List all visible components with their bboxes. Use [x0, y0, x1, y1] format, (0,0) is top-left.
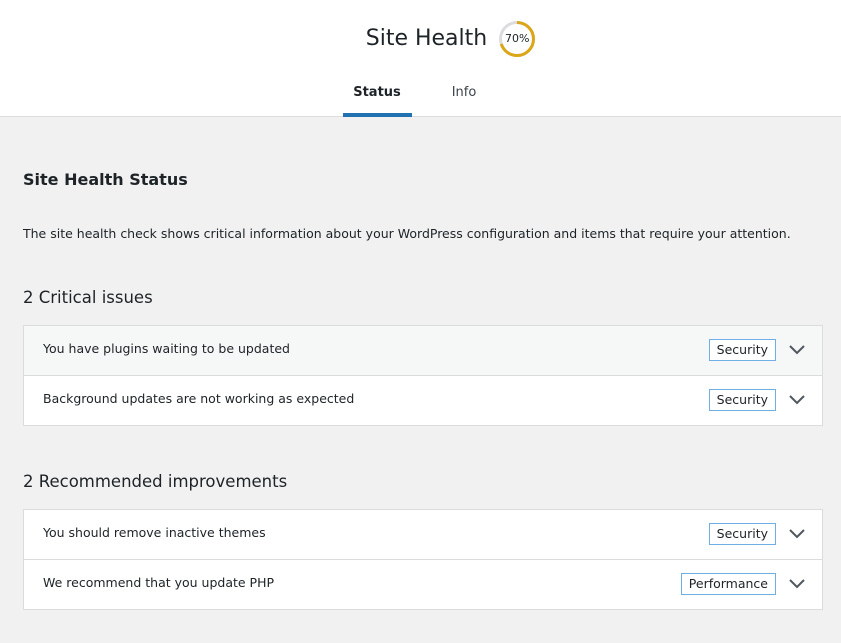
section-heading: Site Health Status: [23, 170, 188, 189]
tab-info[interactable]: Info: [430, 72, 499, 117]
item-label: Background updates are not working as ex…: [43, 391, 355, 406]
list-item[interactable]: We recommend that you update PHP Perform…: [24, 559, 822, 609]
chevron-down-icon[interactable]: [788, 344, 806, 356]
performance-badge: Performance: [680, 573, 776, 595]
chevron-down-icon[interactable]: [788, 528, 806, 540]
chevron-down-icon[interactable]: [788, 394, 806, 406]
security-badge: Security: [708, 339, 776, 361]
health-score-indicator: 70%: [499, 21, 536, 57]
tab-nav: Status Info: [0, 72, 841, 117]
recommended-improvements-list: You should remove inactive themes Securi…: [23, 509, 823, 610]
list-item[interactable]: You have plugins waiting to be updated S…: [24, 326, 822, 375]
site-health-header: Site Health 70% Status Info: [0, 0, 841, 117]
critical-issues-heading: 2 Critical issues: [23, 288, 153, 307]
security-badge: Security: [708, 523, 776, 545]
list-item[interactable]: Background updates are not working as ex…: [24, 375, 822, 425]
intro-text: The site health check shows critical inf…: [23, 226, 791, 241]
recommended-improvements-heading: 2 Recommended improvements: [23, 472, 288, 491]
item-label: You should remove inactive themes: [43, 525, 266, 540]
item-label: You have plugins waiting to be updated: [43, 341, 290, 356]
chevron-down-icon[interactable]: [788, 578, 806, 590]
score-value: 70%: [505, 32, 530, 45]
item-label: We recommend that you update PHP: [43, 575, 275, 590]
security-badge: Security: [708, 389, 776, 411]
critical-issues-list: You have plugins waiting to be updated S…: [23, 325, 823, 426]
page-title: Site Health: [365, 26, 488, 51]
tab-status[interactable]: Status: [342, 72, 412, 117]
list-item[interactable]: You should remove inactive themes Securi…: [24, 510, 822, 559]
title-wrap: Site Health 70%: [0, 18, 841, 60]
